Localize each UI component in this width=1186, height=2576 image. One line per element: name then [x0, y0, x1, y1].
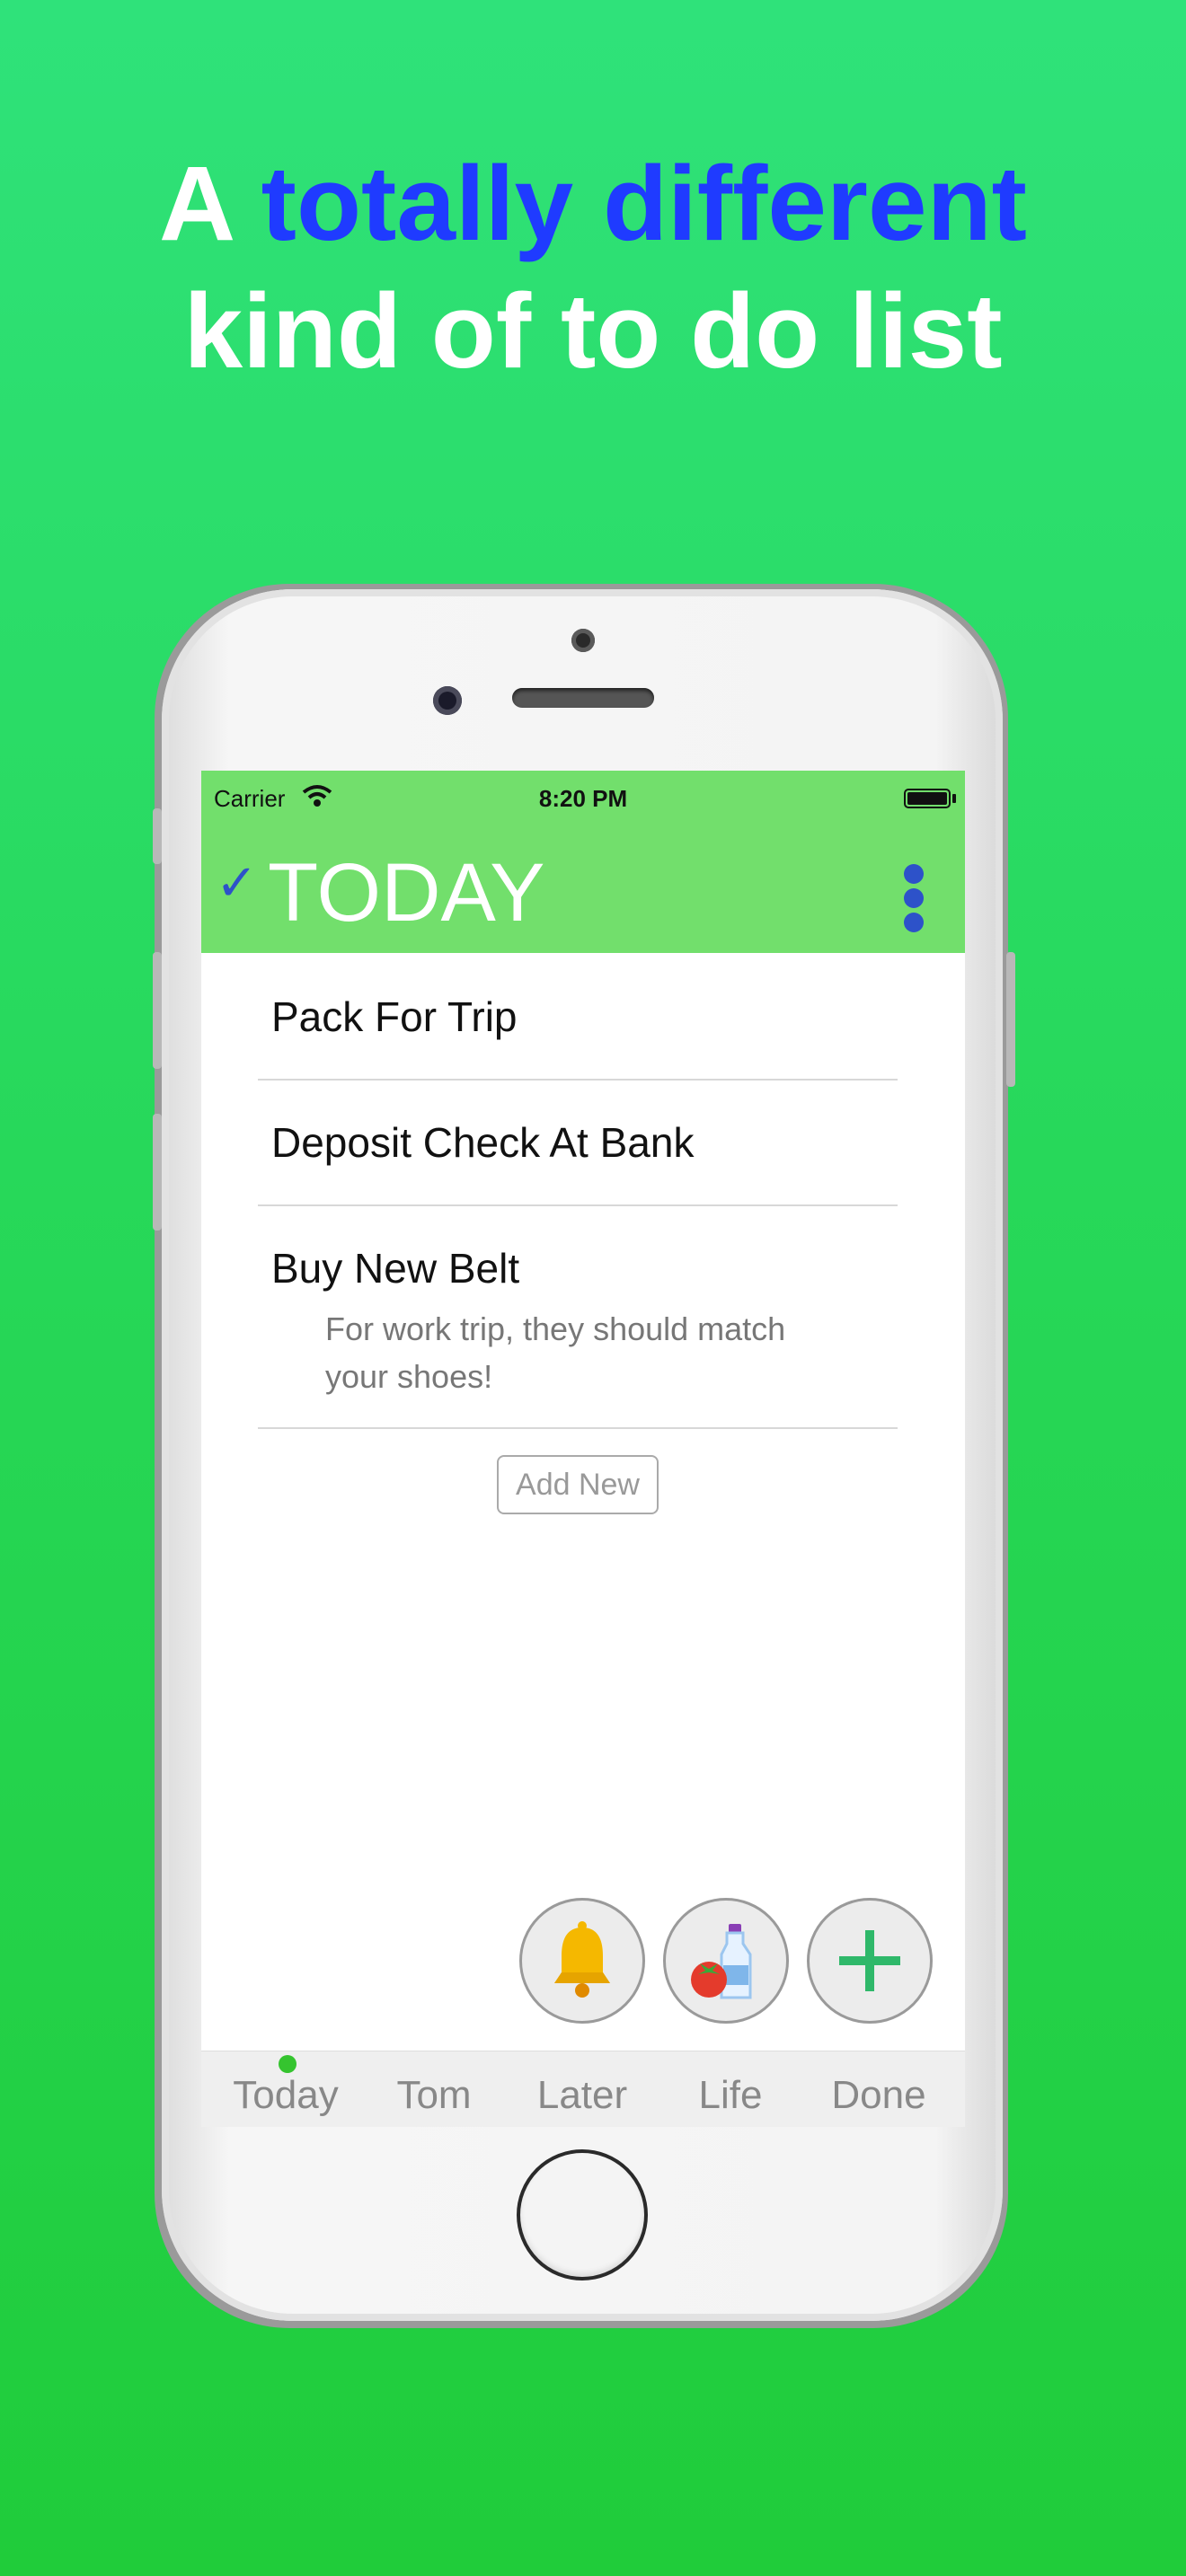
earpiece-speaker — [512, 688, 654, 708]
task-title: Deposit Check At Bank — [271, 1119, 695, 1166]
reminder-button[interactable] — [519, 1898, 645, 2024]
phone-power-button — [1006, 952, 1015, 1087]
tab-later[interactable]: Later — [515, 2073, 650, 2118]
tab-today[interactable]: Today — [218, 2073, 353, 2118]
more-options-icon[interactable] — [902, 864, 925, 932]
tab-bar: Today Tom Later Life Done — [201, 2051, 965, 2127]
front-camera-icon — [571, 629, 595, 652]
sensor-icon — [433, 686, 462, 715]
active-tab-indicator — [279, 2055, 296, 2073]
task-title: Pack For Trip — [271, 993, 518, 1040]
phone-mute-switch — [153, 808, 162, 864]
task-item[interactable]: Deposit Check At Bank — [258, 1079, 898, 1206]
home-button[interactable] — [517, 2149, 648, 2280]
bell-icon — [554, 1921, 610, 1998]
status-time: 8:20 PM — [538, 785, 628, 812]
headline-line-2: kind of to do list — [183, 272, 1003, 391]
battery-icon — [904, 789, 951, 808]
add-task-button[interactable] — [807, 1898, 933, 2024]
task-title: Buy New Belt — [271, 1245, 520, 1292]
plus-icon — [839, 1930, 900, 1991]
phone-volume-up — [153, 952, 162, 1069]
tab-done[interactable]: Done — [811, 2073, 946, 2118]
add-new-button[interactable]: Add New — [497, 1455, 659, 1514]
header-bar: Carrier 8:20 PM ✓ TODAY — [201, 771, 965, 953]
headline-prefix: A — [159, 145, 232, 263]
grocery-icon — [691, 1924, 752, 1999]
task-item[interactable]: Buy New Belt For work trip, they should … — [258, 1204, 898, 1429]
checkmark-icon: ✓ — [216, 854, 258, 911]
page-title: TODAY — [268, 847, 545, 939]
battery-cap — [952, 794, 956, 803]
tab-life[interactable]: Life — [663, 2073, 798, 2118]
headline-line-1: A totally different — [0, 151, 1186, 257]
tab-tom[interactable]: Tom — [367, 2073, 501, 2118]
task-item[interactable]: Pack For Trip — [258, 953, 898, 1081]
task-note: For work trip, they should match your sh… — [325, 1310, 786, 1395]
headline-accent: totally different — [261, 145, 1027, 263]
grocery-button[interactable] — [663, 1898, 789, 2024]
app-screen: Carrier 8:20 PM ✓ TODAY Pack For Trip De… — [201, 771, 965, 2127]
phone-volume-down — [153, 1114, 162, 1231]
status-bar: Carrier 8:20 PM — [201, 780, 965, 816]
